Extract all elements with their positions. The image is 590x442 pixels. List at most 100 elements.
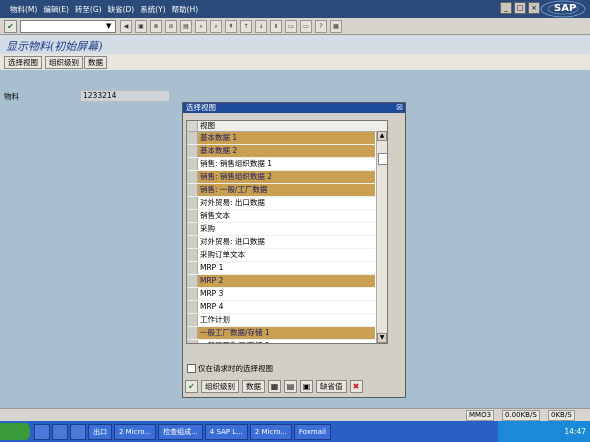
find-next-icon[interactable]: ⌕	[210, 20, 222, 33]
layout-icon[interactable]: ▦	[330, 20, 342, 33]
select-all-icon[interactable]: ▦	[268, 379, 281, 393]
vertical-scrollbar[interactable]: ▲ ▼	[376, 131, 387, 343]
dialog-org-levels-button[interactable]: 组织级别	[201, 379, 239, 393]
next-page-icon[interactable]: ↓	[255, 20, 267, 33]
cancel-x-icon[interactable]: ✖	[349, 379, 363, 393]
table-row[interactable]: 基本数据 1	[187, 132, 375, 145]
dialog-data-button[interactable]: 数据	[242, 379, 265, 393]
task-check[interactable]: 检查组成...	[158, 424, 203, 440]
row-label: 采购订单文本	[200, 250, 245, 259]
row-selector[interactable]	[187, 158, 198, 170]
close-window-button[interactable]: ×	[528, 2, 540, 14]
menu-defaults[interactable]: 缺省(D)	[108, 4, 135, 15]
application-toolbar: 选择视图 组织级别 数据	[0, 54, 590, 70]
quicklaunch-app-icon[interactable]	[70, 424, 86, 440]
task-word-2[interactable]: 2 Micro...	[249, 424, 292, 440]
dialog-close-icon[interactable]: ☒	[396, 103, 403, 113]
row-selector[interactable]	[187, 210, 198, 222]
table-row[interactable]: MRP 2	[187, 275, 375, 288]
scroll-down-icon[interactable]: ▼	[377, 333, 387, 343]
defaults-button[interactable]: 缺省值	[316, 379, 347, 393]
select-all-cell[interactable]	[187, 121, 198, 131]
table-row[interactable]: 工作计划	[187, 314, 375, 327]
row-selector[interactable]	[187, 275, 198, 287]
new-session-icon[interactable]: ▭	[285, 20, 297, 33]
table-row[interactable]: MRP 4	[187, 301, 375, 314]
table-row[interactable]: 销售文本	[187, 210, 375, 223]
menu-edit[interactable]: 编辑(E)	[43, 4, 69, 15]
select-views-dialog: 选择视图 ☒ 视图 基本数据 1 基本数据 2 销售: 销售组织数据 1 销售: 销售…	[182, 102, 406, 398]
system-tray: 14:47	[498, 421, 590, 442]
row-selector[interactable]	[187, 288, 198, 300]
menu-goto[interactable]: 转至(G)	[75, 4, 102, 15]
quicklaunch-ie-icon[interactable]	[34, 424, 50, 440]
row-selector[interactable]	[187, 197, 198, 209]
enter-check-icon[interactable]: ✔	[4, 20, 17, 33]
table-rows: 基本数据 1 基本数据 2 销售: 销售组织数据 1 销售: 销售组织数据 2 销售: …	[187, 132, 375, 343]
table-row[interactable]: MRP 1	[187, 262, 375, 275]
task-folder[interactable]: 出口	[88, 424, 112, 440]
on-request-label: 仅在请求时的选择视图	[198, 364, 273, 373]
material-field[interactable]: 1233214	[80, 90, 170, 102]
last-page-icon[interactable]: ⇟	[270, 20, 282, 33]
dialog-title-bar: 选择视图 ☒	[183, 103, 405, 113]
table-row[interactable]: 一般工厂数据/存储 1	[187, 327, 375, 340]
table-row[interactable]: 销售: 一般/工厂数据	[187, 184, 375, 197]
table-row[interactable]: 采购	[187, 223, 375, 236]
maximize-button[interactable]: □	[514, 2, 526, 14]
save-defaults-icon[interactable]: ▣	[300, 379, 313, 393]
row-selector[interactable]	[187, 340, 198, 343]
data-button[interactable]: 数据	[84, 56, 107, 69]
row-selector[interactable]	[187, 262, 198, 274]
row-selector[interactable]	[187, 249, 198, 261]
row-selector[interactable]	[187, 236, 198, 248]
org-levels-button[interactable]: 组织级别	[45, 56, 83, 69]
quicklaunch-desktop-icon[interactable]	[52, 424, 68, 440]
continue-check-icon[interactable]: ✔	[185, 379, 198, 393]
find-icon[interactable]: ⌕	[195, 20, 207, 33]
row-label: MRP 4	[200, 302, 224, 311]
row-selector[interactable]	[187, 132, 198, 144]
help-icon[interactable]: ?	[315, 20, 327, 33]
select-views-button[interactable]: 选择视图	[4, 56, 42, 69]
row-selector[interactable]	[187, 184, 198, 196]
scroll-thumb[interactable]	[378, 153, 387, 165]
row-selector[interactable]	[187, 327, 198, 339]
task-sap[interactable]: 4 SAP L...	[204, 424, 248, 440]
menu-help[interactable]: 帮助(H)	[172, 4, 199, 15]
first-page-icon[interactable]: ⇞	[225, 20, 237, 33]
task-foxmail[interactable]: Foxmail	[293, 424, 331, 440]
command-field[interactable]: ▼	[20, 20, 116, 33]
table-row[interactable]: 一般工厂数据/存储 2	[187, 340, 375, 343]
row-label: 销售: 销售组织数据 2	[200, 172, 273, 181]
scroll-up-icon[interactable]: ▲	[377, 131, 387, 141]
back-icon[interactable]: ◀	[120, 20, 132, 33]
shortcut-icon[interactable]: ▭	[300, 20, 312, 33]
table-row[interactable]: MRP 3	[187, 288, 375, 301]
deselect-all-icon[interactable]: ▤	[284, 379, 297, 393]
start-button[interactable]	[0, 423, 30, 440]
table-row[interactable]: 基本数据 2	[187, 145, 375, 158]
row-selector[interactable]	[187, 171, 198, 183]
row-selector[interactable]	[187, 301, 198, 313]
cancel-icon[interactable]: ⊘	[165, 20, 177, 33]
on-request-checkbox[interactable]	[187, 364, 196, 373]
table-row[interactable]: 对外贸易: 进口数据	[187, 236, 375, 249]
row-selector[interactable]	[187, 314, 198, 326]
menu-system[interactable]: 系统(Y)	[140, 4, 165, 15]
table-row[interactable]: 采购订单文本	[187, 249, 375, 262]
command-dropdown-icon[interactable]: ▼	[106, 22, 114, 30]
save-icon[interactable]: ▣	[135, 20, 147, 33]
row-selector[interactable]	[187, 145, 198, 157]
views-table: 视图 基本数据 1 基本数据 2 销售: 销售组织数据 1 销售: 销售组织数据 2 销…	[186, 120, 388, 344]
menu-material[interactable]: 物料(M)	[10, 4, 37, 15]
prev-page-icon[interactable]: ↑	[240, 20, 252, 33]
print-icon[interactable]: ▤	[180, 20, 192, 33]
table-row[interactable]: 销售: 销售组织数据 2	[187, 171, 375, 184]
minimize-button[interactable]: _	[500, 2, 512, 14]
table-row[interactable]: 对外贸易: 出口数据	[187, 197, 375, 210]
task-word[interactable]: 2 Micro...	[114, 424, 157, 440]
row-selector[interactable]	[187, 223, 198, 235]
table-row[interactable]: 销售: 销售组织数据 1	[187, 158, 375, 171]
exit-icon[interactable]: ⊗	[150, 20, 162, 33]
